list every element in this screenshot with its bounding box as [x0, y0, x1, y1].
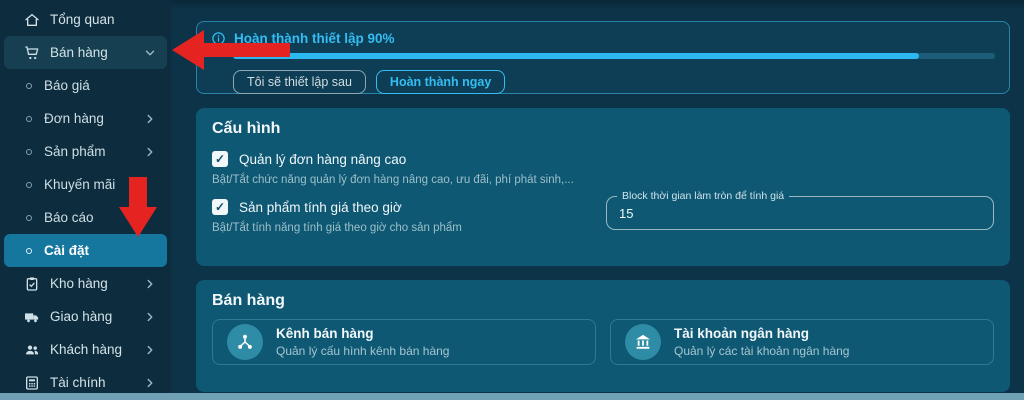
sidebar-item-label: Cài đặt — [44, 243, 157, 258]
sidebar-item-bao-gia[interactable]: Báo giá — [4, 69, 167, 102]
home-icon — [24, 12, 40, 28]
bullet-icon — [26, 215, 32, 221]
bottom-edge-strip — [0, 393, 1024, 400]
setting-hourly-pricing: Sản phẩm tính giá theo giờ Bật/Tắt tính … — [212, 199, 580, 234]
sidebar-item-label: Báo giá — [44, 78, 157, 93]
truck-icon — [24, 309, 40, 325]
sidebar-item-label: Tài chính — [50, 375, 133, 390]
setup-later-button[interactable]: Tôi sẽ thiết lập sau — [233, 70, 366, 94]
chevron-right-icon — [143, 145, 157, 159]
bullet-icon — [26, 116, 32, 122]
bullet-icon — [26, 182, 32, 188]
sidebar-item-bao-cao[interactable]: Báo cáo — [4, 201, 167, 234]
sidebar-item-label: Đơn hàng — [44, 111, 131, 126]
finish-now-button[interactable]: Hoàn thành ngay — [376, 70, 505, 94]
sidebar-item-label: Bán hàng — [50, 45, 133, 60]
config-panel-title: Cấu hình — [212, 120, 994, 138]
sidebar-item-label: Giao hàng — [50, 309, 133, 324]
setup-progress-banner: Hoàn thành thiết lập 90% Tôi sẽ thiết lậ… — [196, 21, 1010, 94]
block-time-field-label: Block thời gian làm tròn để tính giá — [617, 190, 789, 202]
hourly-pricing-checkbox[interactable] — [212, 199, 228, 215]
chevron-right-icon — [143, 343, 157, 357]
setting-label: Sản phẩm tính giá theo giờ — [239, 200, 402, 215]
chevron-right-icon — [143, 277, 157, 291]
bank-icon — [625, 324, 661, 360]
main-content: Hoàn thành thiết lập 90% Tôi sẽ thiết lậ… — [171, 0, 1024, 400]
bullet-icon — [26, 248, 32, 254]
sidebar-item-khuyen-mai[interactable]: Khuyến mãi — [4, 168, 167, 201]
card-description: Quản lý cấu hình kênh bán hàng — [276, 344, 449, 358]
calculator-icon — [24, 375, 40, 391]
sidebar-item-label: Kho hàng — [50, 276, 133, 291]
chevron-down-icon — [143, 46, 157, 60]
sidebar-item-label: Tổng quan — [50, 12, 157, 27]
info-icon — [211, 31, 226, 46]
users-icon — [24, 342, 40, 358]
advanced-orders-checkbox[interactable] — [212, 151, 228, 167]
config-panel: Cấu hình Quản lý đơn hàng nâng cao Bật/T… — [196, 108, 1010, 266]
sidebar-item-label: Khuyến mãi — [44, 177, 157, 192]
sidebar-item-san-pham[interactable]: Sản phẩm — [4, 135, 167, 168]
sidebar-item-kho-hang[interactable]: Kho hàng — [4, 267, 167, 300]
block-time-input[interactable] — [619, 206, 981, 221]
bullet-icon — [26, 83, 32, 89]
progress-bar — [233, 53, 995, 59]
sidebar-item-tong-quan[interactable]: Tổng quan — [4, 3, 167, 36]
sidebar-item-khach-hang[interactable]: Khách hàng — [4, 333, 167, 366]
setting-description: Bật/Tắt chức năng quản lý đơn hàng nâng … — [212, 174, 994, 186]
sidebar-item-label: Sản phẩm — [44, 144, 131, 159]
clipboard-check-icon — [24, 276, 40, 292]
sidebar-item-don-hang[interactable]: Đơn hàng — [4, 102, 167, 135]
sales-panel: Bán hàng Kênh bán hàng Quản lý cấu hình … — [196, 280, 1010, 392]
block-time-field: Block thời gian làm tròn để tính giá — [606, 196, 994, 230]
sidebar-item-label: Khách hàng — [50, 342, 133, 357]
chevron-right-icon — [143, 112, 157, 126]
sidebar-item-label: Báo cáo — [44, 210, 157, 225]
setup-progress-title: Hoàn thành thiết lập 90% — [234, 31, 395, 46]
sidebar-item-cai-dat[interactable]: Cài đặt — [4, 234, 167, 267]
chevron-right-icon — [143, 376, 157, 390]
bullet-icon — [26, 149, 32, 155]
card-description: Quản lý các tài khoản ngân hàng — [674, 344, 849, 358]
card-title: Kênh bán hàng — [276, 326, 449, 341]
cart-icon — [24, 45, 40, 61]
progress-bar-fill — [233, 53, 919, 59]
setting-label: Quản lý đơn hàng nâng cao — [239, 152, 406, 167]
bank-accounts-card[interactable]: Tài khoản ngân hàng Quản lý các tài khoả… — [610, 319, 994, 365]
setting-advanced-orders: Quản lý đơn hàng nâng cao Bật/Tắt chức n… — [212, 151, 994, 186]
sidebar-item-ban-hang[interactable]: Bán hàng — [4, 36, 167, 69]
sales-panel-title: Bán hàng — [212, 292, 994, 310]
card-title: Tài khoản ngân hàng — [674, 326, 849, 341]
sidebar: Tổng quan Bán hàng Báo giá Đơn hàng Sản … — [0, 0, 171, 400]
share-network-icon — [227, 324, 263, 360]
chevron-right-icon — [143, 310, 157, 324]
sidebar-item-giao-hang[interactable]: Giao hàng — [4, 300, 167, 333]
setting-description: Bật/Tắt tính năng tính giá theo giờ cho … — [212, 222, 580, 234]
sales-channel-card[interactable]: Kênh bán hàng Quản lý cấu hình kênh bán … — [212, 319, 596, 365]
